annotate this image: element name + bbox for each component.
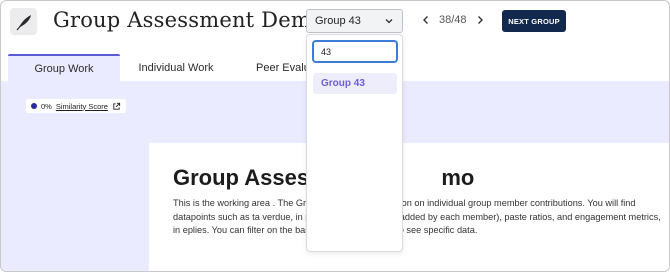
previous-group-button[interactable] bbox=[418, 11, 434, 29]
app-window: Group Assessment Demo Group 43 38/48 NEX… bbox=[0, 0, 670, 272]
chevron-down-icon bbox=[385, 19, 393, 24]
pager-count: 38/48 bbox=[439, 14, 467, 26]
working-area-card: Group Assess mo This is the working area … bbox=[149, 143, 669, 271]
similarity-score-link[interactable]: Similarity Score bbox=[56, 102, 108, 111]
chevron-left-icon bbox=[423, 16, 428, 24]
group-select-value: Group 43 bbox=[315, 15, 361, 27]
chevron-right-icon bbox=[478, 16, 483, 24]
next-group-arrow-button[interactable] bbox=[472, 11, 488, 29]
tab-peer-evaluation[interactable]: Peer Evalua bbox=[236, 54, 316, 81]
app-title: Group Assessment Demo bbox=[53, 8, 324, 32]
card-description: This is the working area . The Grou preh… bbox=[173, 198, 661, 236]
feather-quill-icon bbox=[16, 14, 31, 30]
status-dot bbox=[31, 103, 37, 109]
group-select-dropdown: Group 43 bbox=[306, 34, 403, 252]
group-search-input[interactable] bbox=[312, 40, 398, 63]
card-title-right: mo bbox=[441, 165, 475, 190]
similarity-percent: 0% bbox=[41, 101, 52, 111]
group-select[interactable]: Group 43 bbox=[306, 9, 403, 33]
similarity-score-badge[interactable]: 0% Similarity Score bbox=[26, 99, 126, 113]
next-group-button[interactable]: NEXT GROUP bbox=[502, 10, 566, 32]
tab-group-work[interactable]: Group Work bbox=[8, 54, 120, 81]
dropdown-option-group-43[interactable]: Group 43 bbox=[313, 73, 397, 94]
tab-individual-work[interactable]: Individual Work bbox=[126, 54, 226, 81]
card-title-left: Group Assess bbox=[173, 165, 322, 190]
app-logo bbox=[10, 8, 37, 35]
external-link-icon[interactable] bbox=[112, 102, 121, 111]
